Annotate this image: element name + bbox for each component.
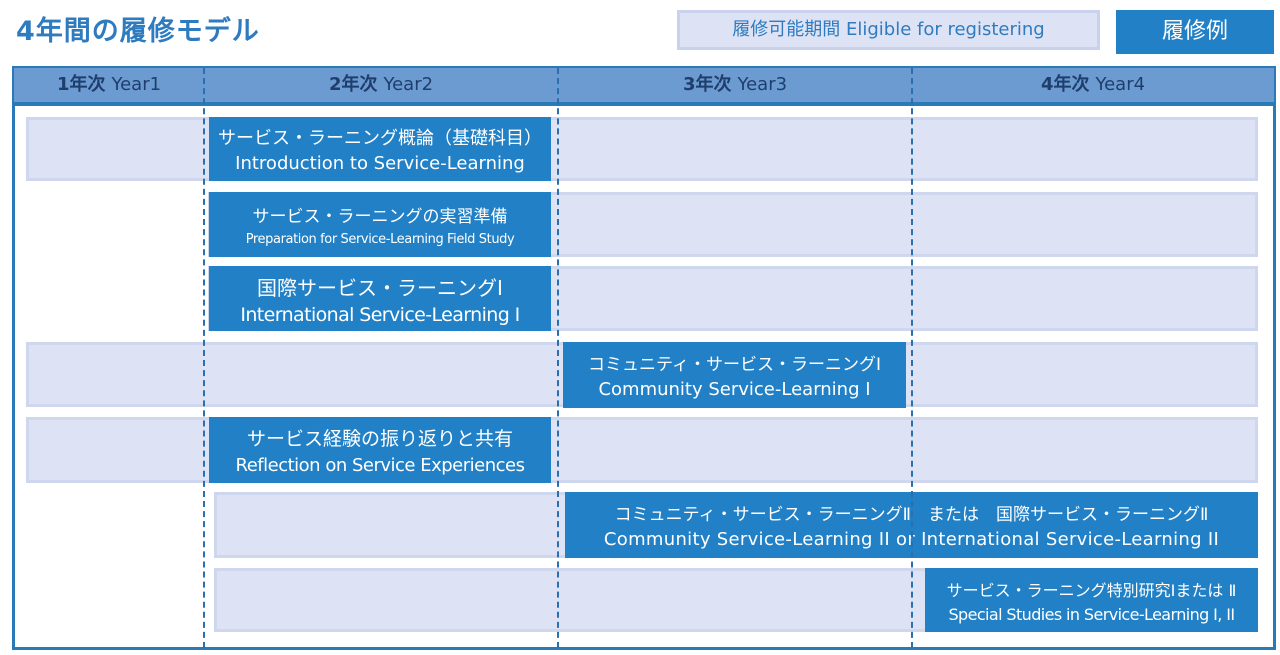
page-title: 4年間の履修モデル [16, 16, 260, 47]
year-header-3: 3年次 Year3 [558, 68, 912, 102]
year-header-1-label: Year1 [111, 74, 162, 95]
course-2-en: Preparation for Service-Learning Field S… [245, 232, 515, 247]
year-header-3-label: Year3 [737, 74, 788, 95]
year-divider-1-2 [203, 68, 205, 648]
year-header-4-label: Year4 [1095, 74, 1146, 95]
year-header-2: 2年次 Year2 [204, 68, 558, 102]
course-field-study-prep: サービス・ラーニングの実習準備 Preparation for Service-… [209, 192, 551, 257]
course-special-studies: サービス・ラーニング特別研究Ⅰまたは Ⅱ Special Studies in … [925, 568, 1258, 632]
course-5-jp: サービス経験の振り返りと共有 [246, 428, 513, 450]
course-3-jp: 国際サービス・ラーニングⅠ [257, 275, 503, 300]
course-community-sl-1: コミュニティ・サービス・ラーニングⅠ Community Service-Lea… [563, 342, 906, 408]
year-divider-2-3 [557, 68, 559, 648]
course-2-jp: サービス・ラーニングの実習準備 [252, 207, 508, 227]
course-1-jp: サービス・ラーニング概論（基礎科目） [218, 128, 542, 149]
course-3-en: International Service-Learning I [240, 303, 520, 326]
course-4-jp: コミュニティ・サービス・ラーニングⅠ [588, 355, 881, 375]
legend-example: 履修例 [1116, 10, 1274, 54]
year-header-4-bold: 4年次 [1040, 74, 1090, 95]
year-header-2-label: Year2 [383, 74, 434, 95]
course-1-en: Introduction to Service-Learning [235, 153, 525, 174]
course-international-sl-1: 国際サービス・ラーニングⅠ International Service-Lear… [209, 266, 551, 331]
course-7-jp: サービス・ラーニング特別研究Ⅰまたは Ⅱ [946, 580, 1237, 600]
year-divider-3-4 [911, 68, 913, 648]
year-header-2-bold: 2年次 [328, 74, 378, 95]
course-4-en: Community Service-Learning I [598, 379, 871, 400]
year-header-1: 1年次 Year1 [14, 68, 204, 102]
course-7-en: Special Studies in Service-Learning I, I… [948, 604, 1235, 624]
course-reflection: サービス経験の振り返りと共有 Reflection on Service Exp… [209, 417, 551, 483]
year-header-1-bold: 1年次 [56, 74, 106, 95]
year-header-3-bold: 3年次 [682, 74, 732, 95]
year-header-4: 4年次 Year4 [912, 68, 1274, 102]
course-intro-service-learning: サービス・ラーニング概論（基礎科目） Introduction to Servi… [209, 117, 551, 181]
course-5-en: Reflection on Service Experiences [235, 455, 525, 476]
legend-eligible-period: 履修可能期間 Eligible for registering [677, 10, 1100, 50]
